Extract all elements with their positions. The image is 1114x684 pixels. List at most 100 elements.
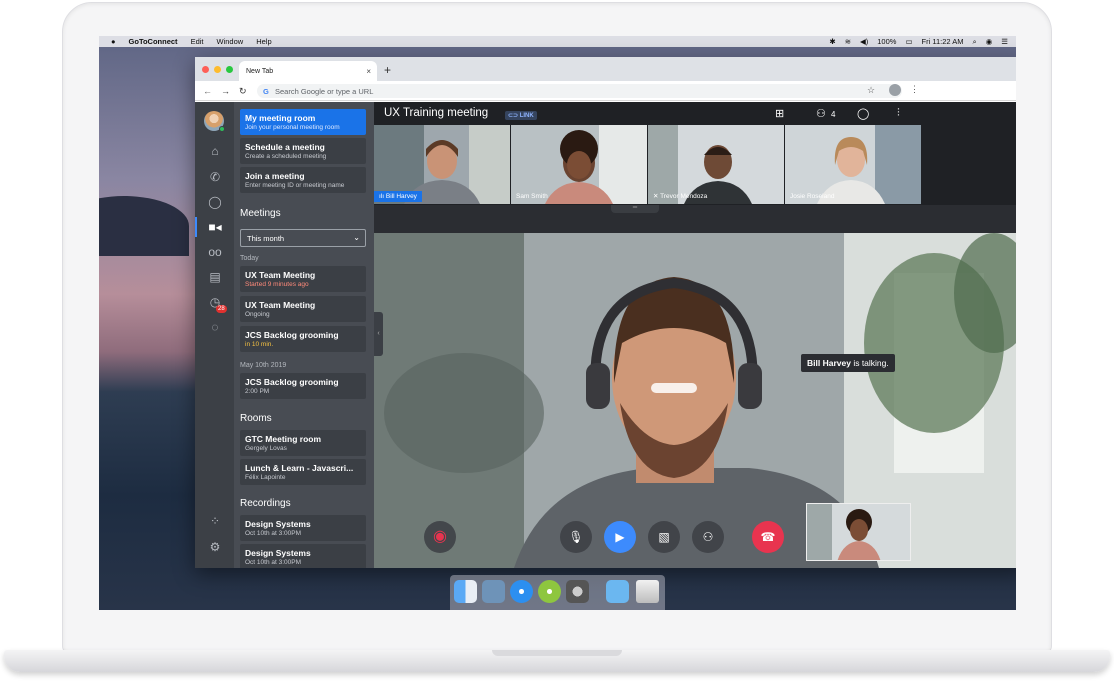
new-tab-button[interactable]: + xyxy=(384,63,391,77)
record-icon[interactable]: ◉ xyxy=(424,521,456,553)
my-meeting-room-button[interactable]: My meeting room Join your personal meeti… xyxy=(240,109,366,135)
menu-window[interactable]: Window xyxy=(217,37,244,46)
participant-label: Josie Roseland xyxy=(785,191,839,202)
add-person-icon[interactable]: ⚇ xyxy=(692,521,724,553)
card-title: Join a meeting xyxy=(245,171,305,181)
speaker-name: Bill Harvey xyxy=(807,358,851,368)
self-view-video[interactable] xyxy=(806,503,911,561)
trash-icon[interactable] xyxy=(636,580,659,603)
meeting-item[interactable]: UX Team Meeting Ongoing xyxy=(240,296,366,322)
screen-share-off-icon[interactable]: ▧ xyxy=(648,521,680,553)
menu-edit[interactable]: Edit xyxy=(191,37,204,46)
finder-icon[interactable] xyxy=(454,580,477,603)
schedule-meeting-button[interactable]: Schedule a meeting Create a scheduled me… xyxy=(240,138,366,164)
card-title: My meeting room xyxy=(245,113,316,123)
room-item[interactable]: GTC Meeting room Gergely Lovas xyxy=(240,430,366,456)
battery-icon[interactable]: ▭ xyxy=(905,37,912,46)
chat-icon[interactable]: ◯ xyxy=(206,193,224,211)
gotoconnect-icon[interactable] xyxy=(538,580,561,603)
video-meetings-icon[interactable]: ■◂ xyxy=(206,218,224,236)
app-menu[interactable]: GoToConnect xyxy=(129,37,178,46)
mic-off-icon[interactable]: 🎙 xyxy=(560,521,592,553)
volume-icon[interactable]: ◀) xyxy=(860,37,868,46)
menu-help[interactable]: Help xyxy=(256,37,271,46)
participant-tile[interactable]: ✕ Trevor Mendoza xyxy=(648,125,784,204)
date-label: May 10th 2019 xyxy=(240,362,287,369)
grid-layout-icon[interactable]: ⊞ xyxy=(775,107,784,120)
meeting-title: UX Team Meeting xyxy=(245,300,316,310)
avatar[interactable] xyxy=(204,111,225,132)
participant-label: ✕ Trevor Mendoza xyxy=(648,190,712,202)
meeting-view: UX Training meeting ⊂⊃ LINK ⊞ ⚇ 4 ◯ ⫶ ıl… xyxy=(374,102,1016,568)
safari-icon[interactable] xyxy=(510,580,533,603)
landscape-hill xyxy=(99,196,189,256)
window-controls xyxy=(202,66,233,73)
home-icon[interactable]: ⌂ xyxy=(206,142,224,160)
settings-sliders-icon[interactable]: ⫶ xyxy=(897,107,900,120)
strip-drag-handle[interactable]: ═ xyxy=(611,205,659,213)
recordings-heading: Recordings xyxy=(240,498,291,509)
self-view-image xyxy=(807,504,910,560)
participant-name: Josie Roseland xyxy=(790,193,835,200)
battery-level[interactable]: 100% xyxy=(877,37,896,46)
spotlight-icon[interactable]: ⌕ xyxy=(973,37,977,47)
applications-folder-icon[interactable] xyxy=(606,580,629,603)
meeting-item[interactable]: UX Team Meeting Started 9 minutes ago xyxy=(240,266,366,292)
participant-tile[interactable]: Sam Smith xyxy=(511,125,647,204)
menubar-clock[interactable]: Fri 11:22 AM xyxy=(922,37,964,46)
close-tab-icon[interactable]: × xyxy=(366,67,371,76)
browser-tab[interactable]: New Tab × xyxy=(239,61,377,81)
notification-center-icon[interactable]: ☰ xyxy=(1001,37,1008,46)
room-item[interactable]: Lunch & Learn - Javascri... Félix Lapoin… xyxy=(240,459,366,485)
video-camera-icon[interactable]: ▶ xyxy=(604,521,636,553)
reload-icon[interactable]: ↻ xyxy=(239,86,247,97)
meeting-item[interactable]: JCS Backlog grooming in 10 min. xyxy=(240,326,366,352)
participant-tile[interactable]: ılı Bill Harvey xyxy=(374,125,510,204)
profile-avatar[interactable] xyxy=(889,84,901,96)
tab-strip: New Tab × + xyxy=(195,57,1016,81)
participant-name-active: ılı Bill Harvey xyxy=(374,191,422,202)
bookmark-star-icon[interactable]: ☆ xyxy=(867,85,875,96)
meeting-link-button[interactable]: ⊂⊃ LINK xyxy=(505,111,537,120)
meetings-sidebar: My meeting room Join your personal meeti… xyxy=(234,102,374,568)
room-owner: Gergely Lovas xyxy=(245,445,287,452)
settings-gear-icon[interactable]: ⚙ xyxy=(206,538,224,556)
siri-icon[interactable]: ◉ xyxy=(986,37,993,46)
minimize-window-button[interactable] xyxy=(214,66,221,73)
contacts-icon[interactable]: ▤ xyxy=(206,268,224,286)
meetings-filter-select[interactable]: This month ⌄ xyxy=(240,229,366,247)
speaker-suffix: is talking. xyxy=(850,358,889,368)
back-icon[interactable]: ← xyxy=(203,86,212,96)
zoom-window-button[interactable] xyxy=(226,66,233,73)
close-window-button[interactable] xyxy=(202,66,209,73)
recording-item[interactable]: Design Systems Oct 10th at 3:00PM xyxy=(240,544,366,568)
end-call-icon[interactable]: ☎ xyxy=(752,521,784,553)
voicemail-icon[interactable]: oo xyxy=(206,243,224,261)
meeting-item[interactable]: JCS Backlog grooming 2:00 PM xyxy=(240,373,366,399)
wifi-icon[interactable]: ≋ xyxy=(845,37,851,46)
recording-item[interactable]: Design Systems Oct 10th at 3:00PM xyxy=(240,515,366,541)
participants-icon[interactable]: ⚇ xyxy=(816,107,826,120)
participant-tile[interactable]: Josie Roseland xyxy=(785,125,921,204)
system-preferences-icon[interactable] xyxy=(566,580,589,603)
support-icon[interactable]: ◌ xyxy=(206,318,224,336)
collapse-sidebar-handle[interactable]: ‹ xyxy=(374,312,383,356)
join-meeting-button[interactable]: Join a meeting Enter meeting ID or meeti… xyxy=(240,167,366,193)
meeting-title: JCS Backlog grooming xyxy=(245,377,339,387)
preview-icon[interactable] xyxy=(482,580,505,603)
forward-icon[interactable]: → xyxy=(221,86,230,96)
address-placeholder: Search Google or type a URL xyxy=(275,87,374,96)
address-input[interactable]: G Search Google or type a URL xyxy=(257,84,902,98)
browser-menu-icon[interactable]: ⋮ xyxy=(910,84,919,95)
apple-icon[interactable]: ● xyxy=(111,37,116,46)
card-title: Schedule a meeting xyxy=(245,142,325,152)
apps-grid-icon[interactable]: ⁘ xyxy=(206,512,224,530)
phone-icon[interactable]: ✆ xyxy=(206,168,224,186)
card-subtitle: Join your personal meeting room xyxy=(245,124,340,131)
chat-icon[interactable]: ◯ xyxy=(857,107,869,120)
meeting-header: UX Training meeting ⊂⊃ LINK ⊞ ⚇ 4 ◯ ⫶ xyxy=(374,102,1016,125)
today-label: Today xyxy=(240,255,259,262)
meeting-time: 2:00 PM xyxy=(245,388,270,395)
bluetooth-icon[interactable]: ✱ xyxy=(829,37,835,46)
participant-name: Trevor Mendoza xyxy=(660,193,708,200)
